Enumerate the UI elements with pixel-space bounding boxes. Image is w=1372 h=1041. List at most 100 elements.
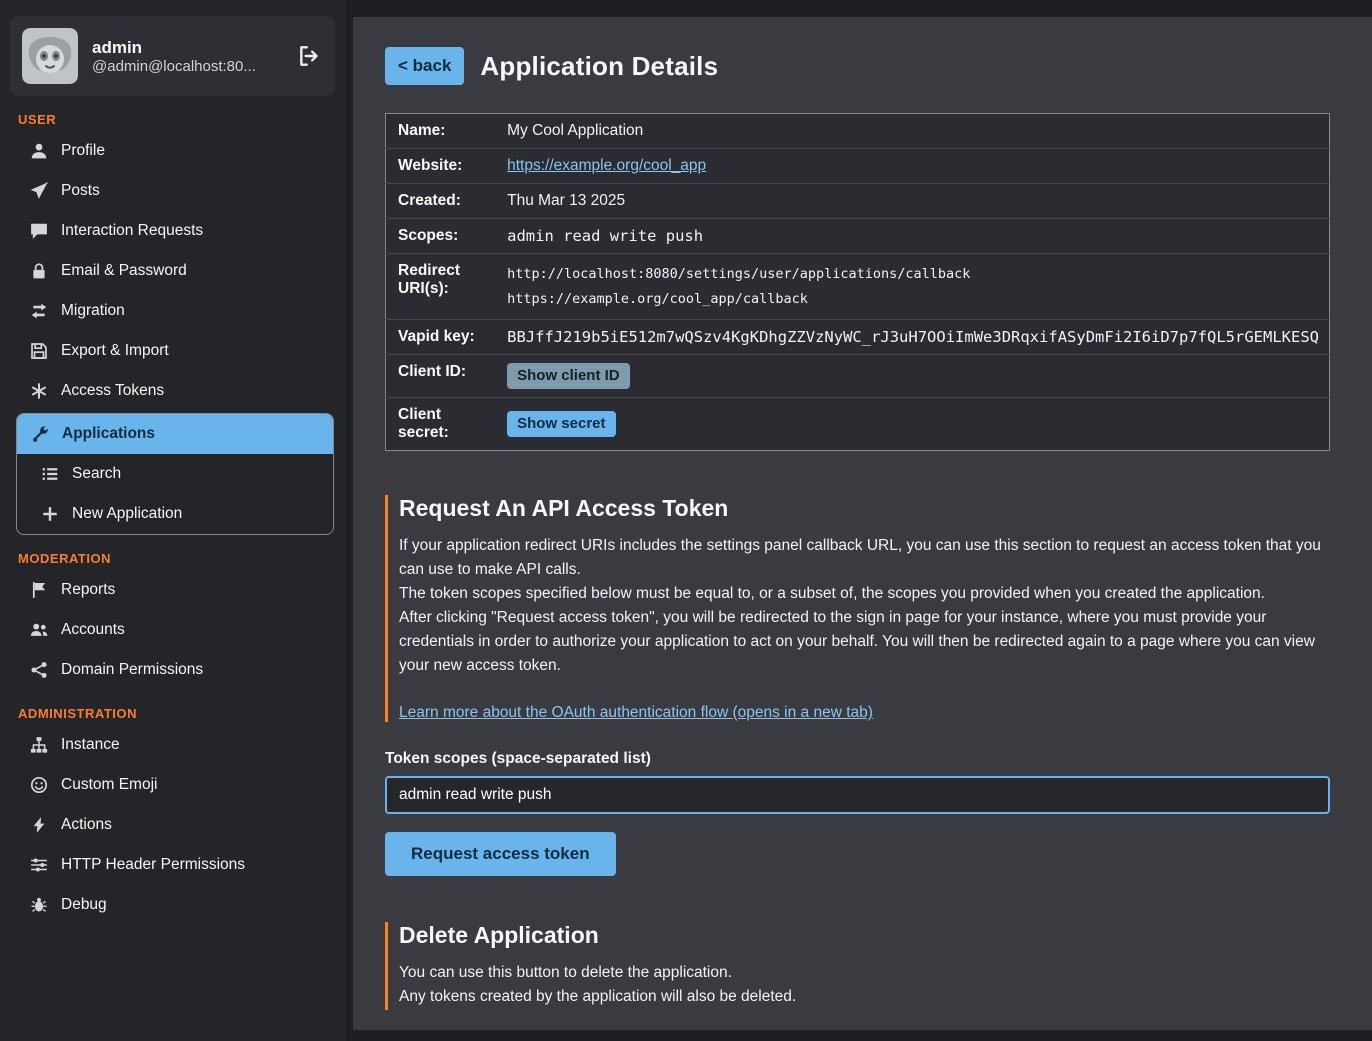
sidebar-item-reports[interactable]: Reports — [0, 570, 345, 610]
delete-paragraph: Any tokens created by the application wi… — [399, 985, 1330, 1009]
sliders-icon — [30, 856, 48, 874]
page-header: < back Application Details — [385, 47, 1330, 85]
row-label: Client ID: — [386, 354, 498, 397]
row-label: Redirect URI(s): — [386, 254, 498, 320]
sidebar-item-interaction-requests[interactable]: Interaction Requests — [0, 211, 345, 251]
row-label: Website: — [386, 149, 498, 184]
sidebar-item-label: Posts — [61, 182, 100, 200]
sidebar-item-label: Debug — [61, 896, 107, 914]
sidebar-item-export-import[interactable]: Export & Import — [0, 331, 345, 371]
page-title: Application Details — [480, 51, 718, 82]
user-handle: @admin@localhost:80... — [92, 58, 283, 75]
main-panel: < back Application Details Name: My Cool… — [353, 17, 1372, 1030]
section-label-moderation: MODERATION — [18, 551, 327, 566]
sidebar-item-label: Search — [72, 465, 121, 483]
sidebar-item-domain-permissions[interactable]: Domain Permissions — [0, 650, 345, 690]
sidebar-item-profile[interactable]: Profile — [0, 131, 345, 171]
sidebar-item-label: Instance — [61, 736, 120, 754]
sidebar-item-label: Email & Password — [61, 262, 187, 280]
request-access-token-button[interactable]: Request access token — [385, 832, 616, 876]
token-scopes-label: Token scopes (space-separated list) — [385, 750, 1330, 768]
oauth-docs-link[interactable]: Learn more about the OAuth authenticatio… — [399, 704, 873, 721]
smiley-icon — [30, 776, 48, 794]
sidebar-item-label: Actions — [61, 816, 112, 834]
user-icon — [30, 142, 48, 160]
redirect-uri: https://example.org/cool_app/callback — [507, 287, 1319, 311]
show-secret-button[interactable]: Show secret — [507, 411, 615, 437]
sidebar-item-applications-search[interactable]: Search — [17, 454, 333, 494]
sidebar-item-posts[interactable]: Posts — [0, 171, 345, 211]
sidebar-item-access-tokens[interactable]: Access Tokens — [0, 371, 345, 411]
sidebar-item-custom-emoji[interactable]: Custom Emoji — [0, 765, 345, 805]
settings-page: admin @admin@localhost:80... USER Profil… — [0, 0, 1372, 1041]
sidebar-item-label: HTTP Header Permissions — [61, 856, 245, 874]
sidebar-item-actions[interactable]: Actions — [0, 805, 345, 845]
request-token-heading: Request An API Access Token — [399, 495, 1330, 522]
website-link[interactable]: https://example.org/cool_app — [507, 157, 706, 174]
sidebar-item-debug[interactable]: Debug — [0, 885, 345, 925]
row-value: admin read write push — [497, 219, 1329, 254]
row-label: Client secret: — [386, 397, 498, 450]
sidebar-item-label: Domain Permissions — [61, 661, 203, 679]
row-value: BBJffJ219b5iE512m7wQSzv4KgKDhgZZVzNyWC_r… — [497, 319, 1329, 354]
sidebar-item-label: Accounts — [61, 621, 125, 639]
logout-icon[interactable] — [297, 43, 323, 69]
sidebar-item-http-header-permissions[interactable]: HTTP Header Permissions — [0, 845, 345, 885]
list-icon — [41, 465, 59, 483]
migration-icon — [30, 302, 48, 320]
sidebar-item-migration[interactable]: Migration — [0, 291, 345, 331]
comment-icon — [30, 222, 48, 240]
sidebar-item-new-application[interactable]: New Application — [17, 494, 333, 534]
tools-icon — [31, 425, 49, 443]
request-token-paragraph: After clicking "Request access token", y… — [399, 606, 1330, 678]
row-label: Created: — [386, 184, 498, 219]
sidebar-item-label: Export & Import — [61, 342, 169, 360]
sidebar: admin @admin@localhost:80... USER Profil… — [0, 0, 345, 1041]
row-label: Vapid key: — [386, 319, 498, 354]
applications-submenu: Search New Application — [17, 454, 333, 534]
request-token-paragraph: If your application redirect URIs includ… — [399, 534, 1330, 582]
row-value: My Cool Application — [497, 114, 1329, 149]
row-value: http://localhost:8080/settings/user/appl… — [497, 254, 1329, 320]
detail-row-redirect-uris: Redirect URI(s): http://localhost:8080/s… — [386, 254, 1330, 320]
delete-paragraph: You can use this button to delete the ap… — [399, 961, 1330, 985]
user-name: admin — [92, 38, 283, 58]
sidebar-item-instance[interactable]: Instance — [0, 725, 345, 765]
sidebar-item-label: Profile — [61, 142, 105, 160]
request-token-paragraph: The token scopes specified below must be… — [399, 582, 1330, 606]
redirect-uri: http://localhost:8080/settings/user/appl… — [507, 262, 1319, 286]
detail-row-name: Name: My Cool Application — [386, 114, 1330, 149]
avatar — [22, 28, 78, 84]
users-icon — [30, 621, 48, 639]
detail-row-client-secret: Client secret: Show secret — [386, 397, 1330, 450]
token-scopes-input[interactable] — [385, 776, 1330, 814]
show-client-id-button[interactable]: Show client ID — [507, 363, 630, 389]
sidebar-item-label: Applications — [62, 425, 155, 443]
back-button[interactable]: < back — [385, 47, 464, 85]
sidebar-item-label: Access Tokens — [61, 382, 164, 400]
delete-button[interactable]: Delete — [385, 1030, 488, 1031]
section-label-user: USER — [18, 112, 327, 127]
bug-icon — [30, 896, 48, 914]
sidebar-item-accounts[interactable]: Accounts — [0, 610, 345, 650]
sitemap-icon — [30, 736, 48, 754]
paper-plane-icon — [30, 182, 48, 200]
application-details-table: Name: My Cool Application Website: https… — [385, 113, 1330, 451]
user-card: admin @admin@localhost:80... — [10, 16, 335, 96]
sidebar-item-label: New Application — [72, 505, 182, 523]
row-label: Name: — [386, 114, 498, 149]
user-meta: admin @admin@localhost:80... — [92, 38, 283, 75]
applications-group: Applications Search New Application — [16, 413, 334, 535]
row-label: Scopes: — [386, 219, 498, 254]
section-label-administration: ADMINISTRATION — [18, 706, 327, 721]
detail-row-vapid-key: Vapid key: BBJffJ219b5iE512m7wQSzv4KgKDh… — [386, 319, 1330, 354]
delete-heading: Delete Application — [399, 922, 1330, 949]
sidebar-item-email-password[interactable]: Email & Password — [0, 251, 345, 291]
delete-application-section: Delete Application You can use this butt… — [385, 922, 1330, 1009]
sidebar-item-applications[interactable]: Applications — [17, 414, 333, 454]
lock-icon — [30, 262, 48, 280]
request-token-section: Request An API Access Token If your appl… — [385, 495, 1330, 722]
sidebar-item-label: Custom Emoji — [61, 776, 157, 794]
row-value: Thu Mar 13 2025 — [497, 184, 1329, 219]
sidebar-item-label: Migration — [61, 302, 125, 320]
